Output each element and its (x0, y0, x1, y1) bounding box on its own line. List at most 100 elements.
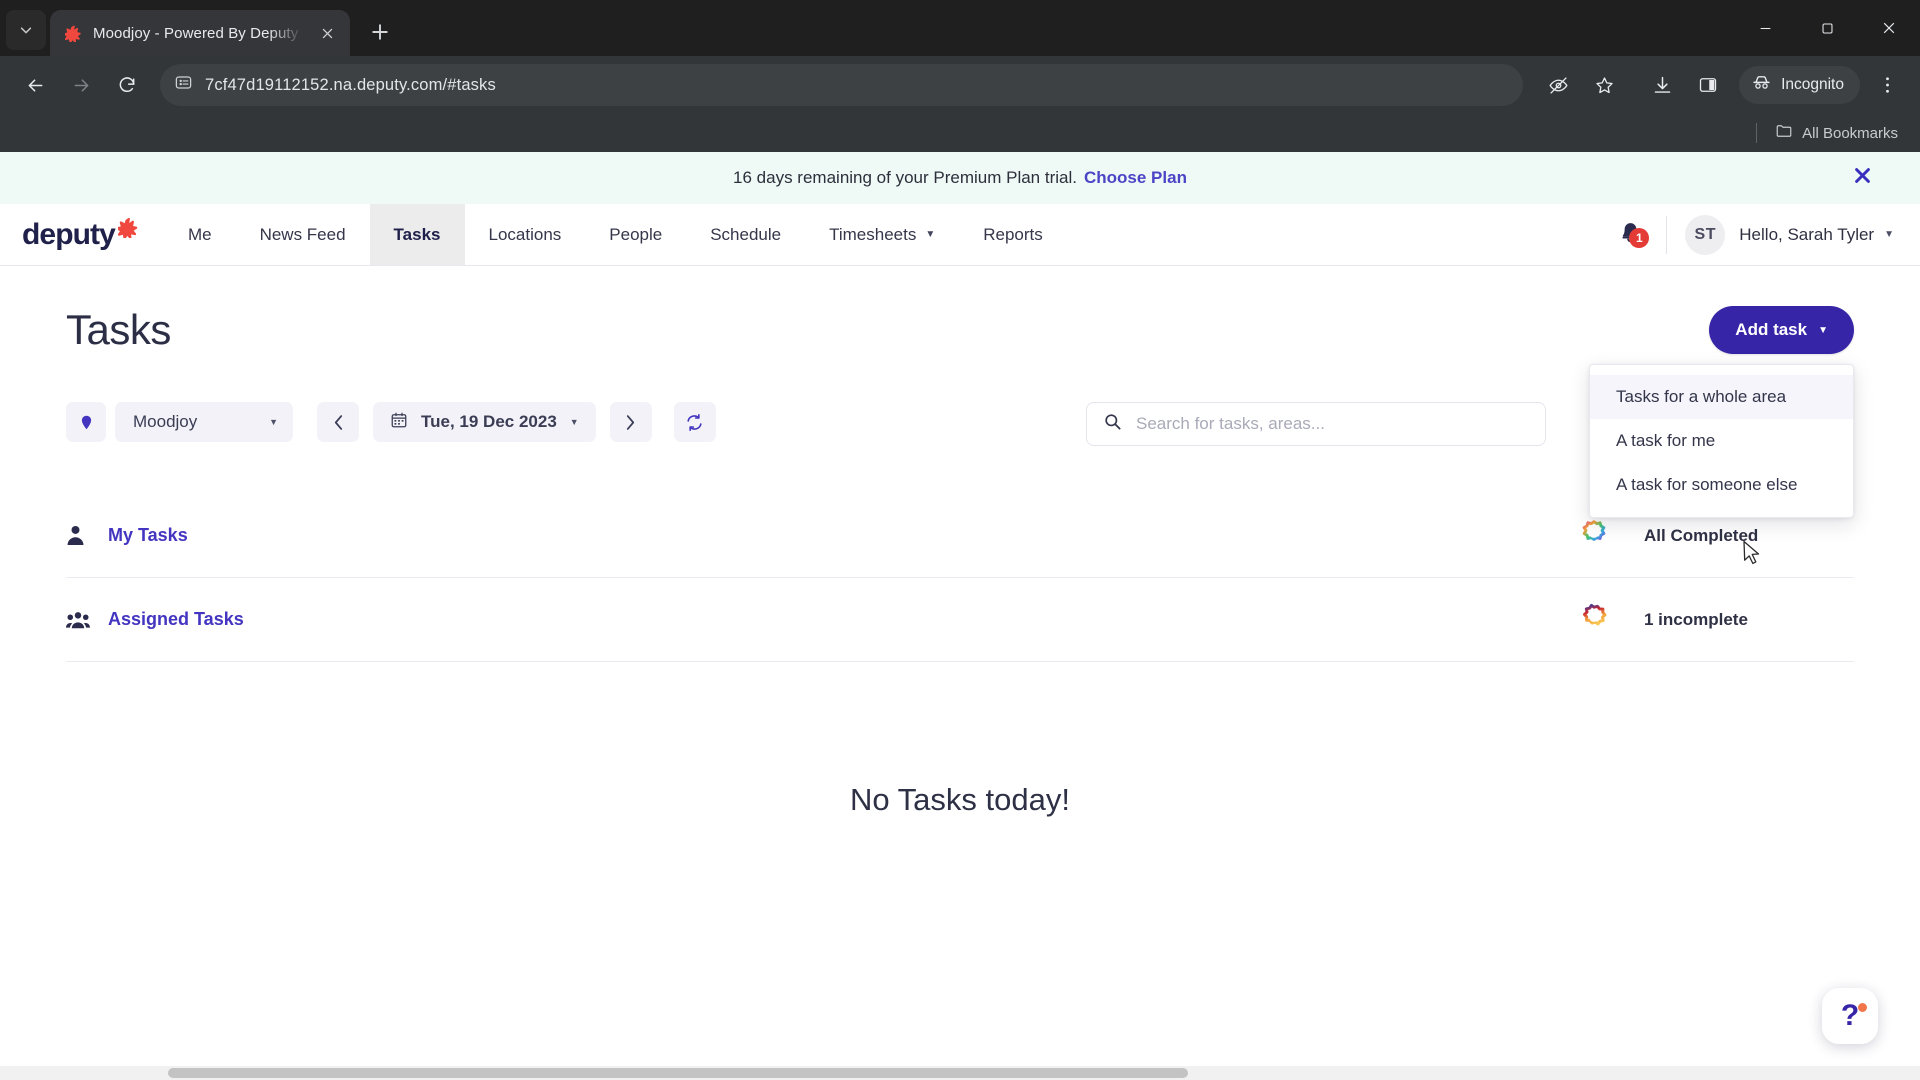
reload-icon[interactable] (106, 64, 148, 106)
menu-item-label: A task for me (1616, 431, 1716, 450)
task-group-right: All Completed (1580, 519, 1854, 552)
back-icon[interactable] (14, 64, 56, 106)
nav-label: Me (187, 224, 212, 244)
task-group-list: My Tasks All Completed Assigned Tasks 1 … (66, 494, 1854, 662)
bookmarks-bar: All Bookmarks (0, 114, 1920, 152)
add-task-button[interactable]: Add task ▼ (1709, 306, 1854, 354)
page-info-icon[interactable] (174, 73, 193, 97)
notifications-button[interactable]: 1 (1602, 220, 1658, 250)
next-day-button[interactable] (609, 402, 652, 442)
forward-icon[interactable] (60, 64, 102, 106)
new-tab-button[interactable] (360, 12, 400, 52)
nav-item-reports[interactable]: Reports (959, 204, 1067, 265)
nav-label: People (609, 224, 663, 244)
chevron-down-icon: ▼ (1818, 324, 1828, 336)
scrollbar-corner (1906, 1066, 1920, 1080)
all-bookmarks-button[interactable]: All Bookmarks (1767, 118, 1906, 148)
task-group-name[interactable]: My Tasks (108, 525, 188, 546)
incognito-hat-icon (1751, 72, 1772, 98)
bookmarks-divider (1756, 123, 1758, 143)
refresh-button[interactable] (673, 402, 716, 442)
previous-day-button[interactable] (317, 402, 359, 442)
date-picker[interactable]: Tue, 19 Dec 2023 ▼ (373, 402, 596, 442)
calendar-icon (390, 411, 408, 434)
toolbar-actions: Incognito (1537, 64, 1906, 106)
scrollbar-thumb[interactable] (168, 1068, 1188, 1078)
tab-search-dropdown-icon[interactable] (6, 10, 46, 50)
nav-label: Timesheets (829, 224, 917, 244)
nav-item-news-feed[interactable]: News Feed (236, 204, 370, 265)
filter-bar: Moodjoy ▼ Tue, 19 Dec 2023 ▼ Search for … (66, 402, 1854, 446)
task-group-status: All Completed (1644, 525, 1759, 545)
add-task-label: Add task (1735, 320, 1808, 339)
task-group-row[interactable]: My Tasks All Completed (66, 494, 1854, 578)
nav-item-me[interactable]: Me (164, 204, 236, 265)
help-button[interactable]: ? (1822, 988, 1878, 1044)
download-icon[interactable] (1641, 64, 1683, 106)
browser-menu-icon[interactable] (1868, 66, 1906, 104)
nav-label: Locations (488, 224, 562, 244)
side-panel-icon[interactable] (1687, 64, 1729, 106)
deputy-star-icon (116, 216, 140, 243)
task-group-left: Assigned Tasks (66, 609, 244, 630)
question-mark-icon: ? (1841, 1001, 1868, 1031)
maximize-icon[interactable] (1796, 0, 1858, 56)
tab-title: Moodjoy - Powered By Deputy (93, 24, 299, 42)
user-menu[interactable]: Hello, Sarah Tyler ▼ (1739, 225, 1894, 245)
page-title: Tasks (66, 306, 171, 353)
incognito-label: Incognito (1781, 76, 1844, 93)
chevron-down-icon: ▼ (1884, 229, 1894, 240)
person-icon (66, 525, 108, 546)
search-input[interactable] (1136, 414, 1529, 434)
nav-item-tasks[interactable]: Tasks (369, 204, 465, 265)
menu-item-label: Tasks for a whole area (1616, 387, 1787, 406)
minimize-icon[interactable] (1734, 0, 1796, 56)
task-group-name[interactable]: Assigned Tasks (108, 609, 244, 630)
logo-text: deputy (22, 217, 116, 251)
empty-state-message: No Tasks today! (850, 782, 1070, 817)
window-controls (1734, 0, 1920, 56)
horizontal-scrollbar[interactable] (0, 1066, 1920, 1080)
tab-close-icon[interactable] (314, 20, 340, 46)
task-group-right: 1 incomplete (1580, 603, 1854, 636)
location-pin-icon[interactable] (66, 402, 106, 442)
eye-off-icon[interactable] (1537, 64, 1579, 106)
page-content: Tasks Add task ▼ Tasks for a whole area … (0, 266, 1920, 818)
gear-ring-partial-icon (1580, 603, 1608, 636)
notification-badge: 1 (1629, 227, 1650, 248)
window-close-icon[interactable] (1858, 0, 1920, 56)
nav-item-locations[interactable]: Locations (465, 204, 586, 265)
deputy-logo[interactable]: deputy (22, 204, 164, 265)
nav-item-schedule[interactable]: Schedule (686, 204, 805, 265)
search-box[interactable] (1086, 402, 1546, 446)
menu-item-tasks-for-a-whole-area[interactable]: Tasks for a whole area (1590, 375, 1853, 419)
nav-item-people[interactable]: People (585, 204, 686, 265)
help-notification-dot (1858, 1003, 1868, 1012)
star-icon[interactable] (1583, 64, 1625, 106)
nav-item-timesheets[interactable]: Timesheets ▼ (805, 204, 959, 265)
banner-close-icon[interactable] (1853, 166, 1872, 190)
date-value: Tue, 19 Dec 2023 (421, 412, 557, 431)
incognito-indicator[interactable]: Incognito (1739, 66, 1860, 104)
nav-label: Tasks (393, 224, 441, 244)
browser-tab[interactable]: Moodjoy - Powered By Deputy (50, 10, 350, 56)
search-icon (1103, 412, 1122, 436)
tab-strip: Moodjoy - Powered By Deputy (0, 0, 1920, 56)
menu-item-a-task-for-someone-else[interactable]: A task for someone else (1590, 463, 1853, 507)
all-bookmarks-label: All Bookmarks (1802, 124, 1898, 142)
menu-item-a-task-for-me[interactable]: A task for me (1590, 419, 1853, 463)
location-select[interactable]: Moodjoy ▼ (115, 402, 293, 442)
address-bar[interactable]: 7cf47d19112152.na.deputy.com/#tasks (160, 64, 1524, 106)
gear-ring-complete-icon (1580, 519, 1608, 552)
nav-right-cluster: 1 ST Hello, Sarah Tyler ▼ (1602, 204, 1920, 265)
people-group-icon (66, 610, 108, 630)
chevron-down-icon: ▼ (925, 229, 936, 240)
folder-icon (1775, 122, 1793, 144)
task-group-row[interactable]: Assigned Tasks 1 incomplete (66, 578, 1854, 662)
avatar[interactable]: ST (1685, 214, 1726, 255)
add-task-menu: Tasks for a whole area A task for me A t… (1589, 364, 1854, 518)
nav-divider (1666, 215, 1668, 254)
choose-plan-link[interactable]: Choose Plan (1084, 168, 1187, 188)
trial-banner: 16 days remaining of your Premium Plan t… (0, 152, 1920, 204)
trial-banner-message: 16 days remaining of your Premium Plan t… (733, 168, 1077, 187)
